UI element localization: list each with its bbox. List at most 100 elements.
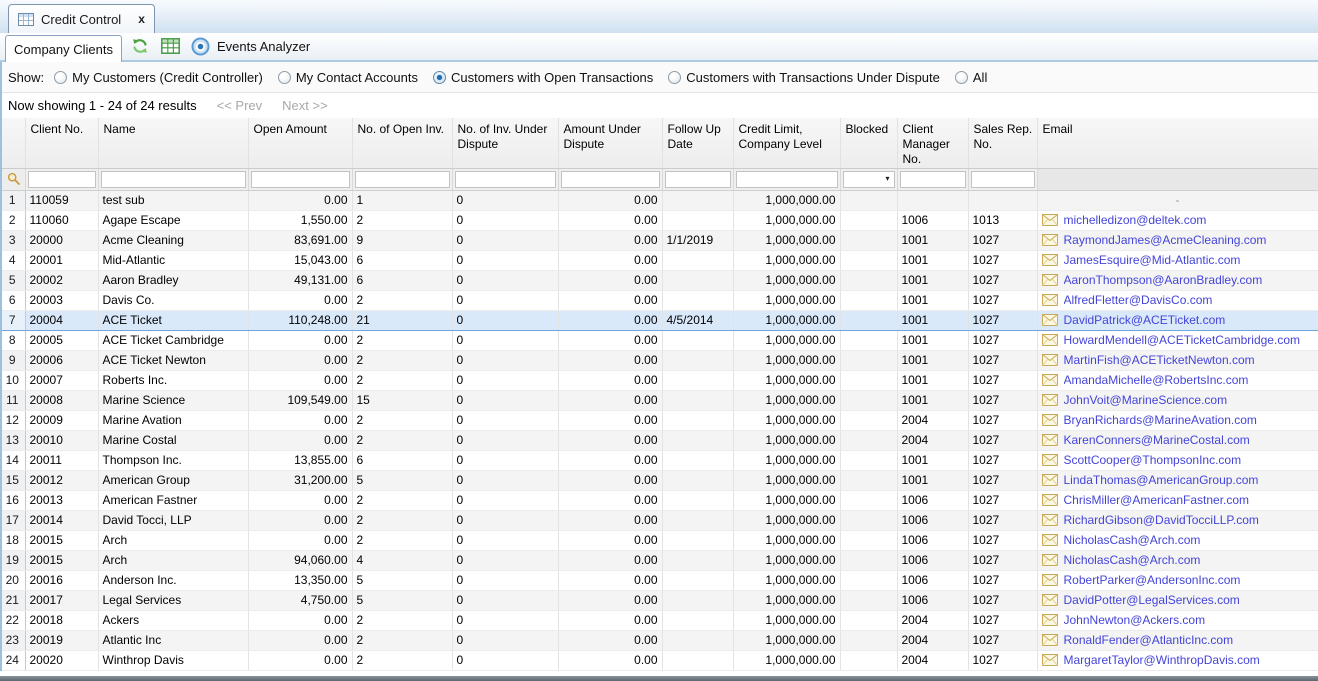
cell-client_manager_no[interactable]: 2004: [897, 610, 968, 630]
cell-open_inv[interactable]: 2: [352, 290, 452, 310]
cell-inv_under_dispute[interactable]: 0: [452, 470, 558, 490]
cell-client_manager_no[interactable]: 1006: [897, 490, 968, 510]
cell-open_amount[interactable]: 0.00: [248, 530, 352, 550]
col-header-name[interactable]: Name: [98, 118, 248, 168]
email-link[interactable]: DavidPotter@LegalServices.com: [1064, 591, 1240, 610]
cell-amount_under_dispute[interactable]: 0.00: [558, 390, 662, 410]
cell-email[interactable]: DavidPotter@LegalServices.com: [1037, 590, 1318, 610]
cell-email[interactable]: HowardMendell@ACETicketCambridge.com: [1037, 330, 1318, 350]
cell-client_manager_no[interactable]: 1001: [897, 230, 968, 250]
filter-input-inv_under_dispute[interactable]: [455, 171, 556, 188]
table-row[interactable]: 2020016Anderson Inc.13,350.00500.001,000…: [0, 570, 1318, 590]
refresh-icon[interactable]: [130, 36, 150, 56]
cell-name[interactable]: Marine Avation: [98, 410, 248, 430]
cell-sales_rep_no[interactable]: 1027: [968, 550, 1037, 570]
cell-open_amount[interactable]: 94,060.00: [248, 550, 352, 570]
cell-name[interactable]: Legal Services: [98, 590, 248, 610]
cell-credit_limit[interactable]: 1,000,000.00: [733, 630, 840, 650]
radio-selected-icon[interactable]: [433, 71, 446, 84]
filter-search-cell[interactable]: [0, 168, 25, 190]
cell-open_inv[interactable]: 6: [352, 270, 452, 290]
filter-input-amount_under_dispute[interactable]: [561, 171, 660, 188]
email-link[interactable]: AmandaMichelle@RobertsInc.com: [1064, 371, 1249, 390]
cell-sales_rep_no[interactable]: 1027: [968, 450, 1037, 470]
cell-open_inv[interactable]: 2: [352, 490, 452, 510]
cell-name[interactable]: Mid-Atlantic: [98, 250, 248, 270]
row-number-cell[interactable]: 18: [0, 530, 25, 550]
cell-open_amount[interactable]: 0.00: [248, 430, 352, 450]
cell-follow_up_date[interactable]: [662, 550, 733, 570]
cell-credit_limit[interactable]: 1,000,000.00: [733, 270, 840, 290]
filter-input-follow_up_date[interactable]: [665, 171, 731, 188]
table-row[interactable]: 2120017Legal Services4,750.00500.001,000…: [0, 590, 1318, 610]
cell-open_inv[interactable]: 2: [352, 630, 452, 650]
cell-client_manager_no[interactable]: 1001: [897, 370, 968, 390]
cell-open_inv[interactable]: 4: [352, 550, 452, 570]
row-number-cell[interactable]: 24: [0, 650, 25, 670]
cell-inv_under_dispute[interactable]: 0: [452, 270, 558, 290]
cell-name[interactable]: Ackers: [98, 610, 248, 630]
cell-blocked[interactable]: [840, 270, 897, 290]
cell-inv_under_dispute[interactable]: 0: [452, 230, 558, 250]
cell-email[interactable]: AaronThompson@AaronBradley.com: [1037, 270, 1318, 290]
cell-open_amount[interactable]: 49,131.00: [248, 270, 352, 290]
cell-blocked[interactable]: [840, 390, 897, 410]
cell-email[interactable]: NicholasCash@Arch.com: [1037, 550, 1318, 570]
cell-open_amount[interactable]: 0.00: [248, 610, 352, 630]
cell-open_amount[interactable]: 15,043.00: [248, 250, 352, 270]
cell-amount_under_dispute[interactable]: 0.00: [558, 630, 662, 650]
cell-client_manager_no[interactable]: 1006: [897, 590, 968, 610]
cell-sales_rep_no[interactable]: 1027: [968, 510, 1037, 530]
cell-sales_rep_no[interactable]: 1027: [968, 650, 1037, 670]
email-link[interactable]: KarenConners@MarineCostal.com: [1064, 431, 1250, 450]
cell-open_inv[interactable]: 2: [352, 210, 452, 230]
cell-follow_up_date[interactable]: [662, 630, 733, 650]
cell-client_no[interactable]: 20002: [25, 270, 98, 290]
cell-blocked[interactable]: [840, 510, 897, 530]
cell-email[interactable]: JamesEsquire@Mid-Atlantic.com: [1037, 250, 1318, 270]
cell-sales_rep_no[interactable]: 1027: [968, 330, 1037, 350]
cell-follow_up_date[interactable]: [662, 410, 733, 430]
cell-sales_rep_no[interactable]: 1027: [968, 370, 1037, 390]
cell-name[interactable]: Agape Escape: [98, 210, 248, 230]
cell-inv_under_dispute[interactable]: 0: [452, 590, 558, 610]
prev-page-link[interactable]: << Prev: [217, 98, 263, 113]
cell-email[interactable]: RonaldFender@AtlanticInc.com: [1037, 630, 1318, 650]
cell-email[interactable]: AmandaMichelle@RobertsInc.com: [1037, 370, 1318, 390]
cell-client_manager_no[interactable]: 1001: [897, 390, 968, 410]
cell-sales_rep_no[interactable]: 1027: [968, 470, 1037, 490]
cell-credit_limit[interactable]: 1,000,000.00: [733, 590, 840, 610]
table-row[interactable]: 1020007Roberts Inc.0.00200.001,000,000.0…: [0, 370, 1318, 390]
cell-name[interactable]: Thompson Inc.: [98, 450, 248, 470]
cell-credit_limit[interactable]: 1,000,000.00: [733, 650, 840, 670]
email-link[interactable]: BryanRichards@MarineAvation.com: [1064, 411, 1257, 430]
cell-name[interactable]: Arch: [98, 550, 248, 570]
cell-client_manager_no[interactable]: 2004: [897, 630, 968, 650]
cell-inv_under_dispute[interactable]: 0: [452, 550, 558, 570]
cell-sales_rep_no[interactable]: 1027: [968, 590, 1037, 610]
cell-email[interactable]: RaymondJames@AcmeCleaning.com: [1037, 230, 1318, 250]
cell-amount_under_dispute[interactable]: 0.00: [558, 230, 662, 250]
cell-amount_under_dispute[interactable]: 0.00: [558, 510, 662, 530]
row-number-cell[interactable]: 13: [0, 430, 25, 450]
cell-client_manager_no[interactable]: 2004: [897, 430, 968, 450]
cell-client_no[interactable]: 20014: [25, 510, 98, 530]
tab-company-clients[interactable]: Company Clients: [5, 35, 122, 62]
table-row[interactable]: 1120008Marine Science109,549.001500.001,…: [0, 390, 1318, 410]
cell-follow_up_date[interactable]: [662, 470, 733, 490]
cell-inv_under_dispute[interactable]: 0: [452, 310, 558, 330]
cell-open_inv[interactable]: 2: [352, 350, 452, 370]
cell-blocked[interactable]: [840, 650, 897, 670]
cell-open_inv[interactable]: 2: [352, 650, 452, 670]
cell-open_inv[interactable]: 15: [352, 390, 452, 410]
cell-client_no[interactable]: 20009: [25, 410, 98, 430]
cell-blocked[interactable]: [840, 550, 897, 570]
cell-email[interactable]: NicholasCash@Arch.com: [1037, 530, 1318, 550]
cell-credit_limit[interactable]: 1,000,000.00: [733, 230, 840, 250]
cell-open_amount[interactable]: 31,200.00: [248, 470, 352, 490]
cell-credit_limit[interactable]: 1,000,000.00: [733, 510, 840, 530]
cell-sales_rep_no[interactable]: 1027: [968, 310, 1037, 330]
row-number-cell[interactable]: 12: [0, 410, 25, 430]
cell-follow_up_date[interactable]: 1/1/2019: [662, 230, 733, 250]
cell-follow_up_date[interactable]: [662, 210, 733, 230]
